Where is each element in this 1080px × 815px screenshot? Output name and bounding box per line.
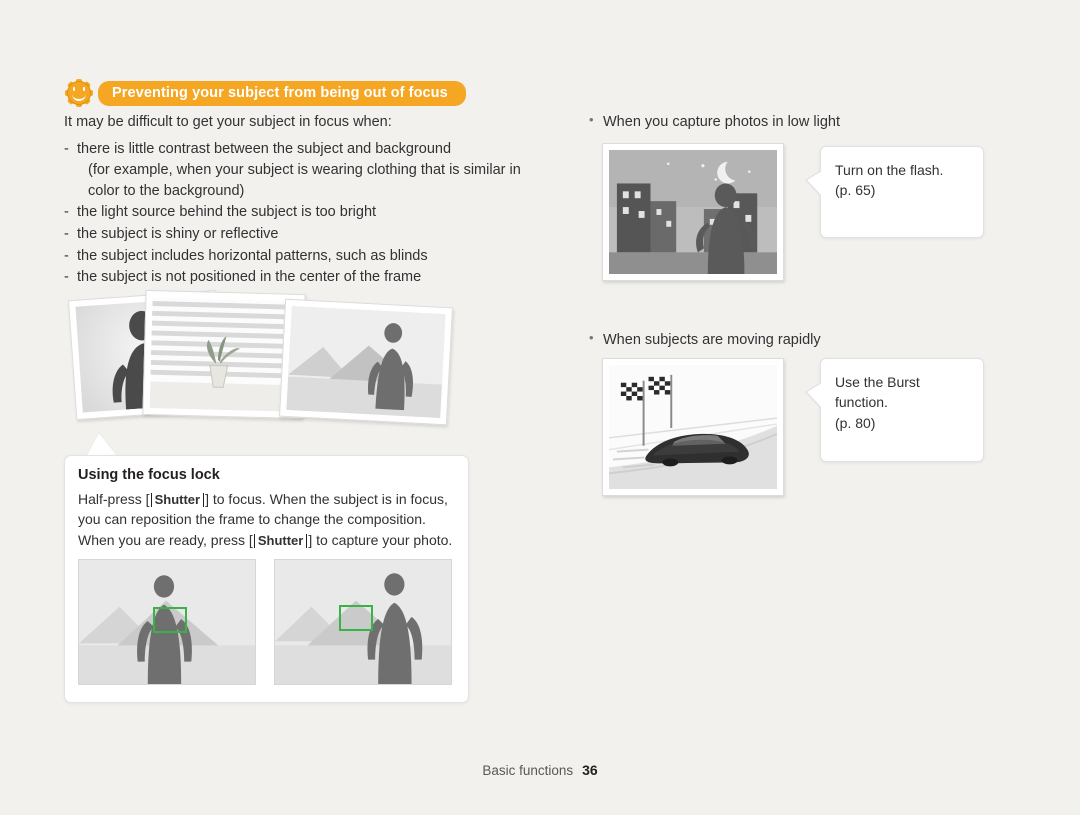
list-item-label: there is little contrast between the sub… (77, 140, 452, 157)
focus-lock-text: Half-press [Shutter] to focus. When the … (78, 489, 458, 550)
sun-smiley-icon (64, 78, 94, 108)
list-item: the light source behind the subject is t… (64, 202, 524, 223)
list-item-label: the subject includes horizontal patterns… (77, 247, 428, 264)
section-header: Preventing your subject from being out o… (64, 78, 466, 108)
low-light-scene-image (602, 143, 784, 281)
list-item: the subject includes horizontal patterns… (64, 246, 524, 267)
focus-text-part3: ] to capture your photo. (308, 531, 453, 548)
focus-lock-title: Using the focus lock (78, 467, 220, 483)
list-item-label: (for example, when your subject is weari… (88, 162, 521, 199)
blinds-and-vase-icon (149, 297, 299, 412)
night-city-icon (609, 150, 777, 274)
shutter-key-2: Shutter (253, 533, 308, 548)
example-photo-off-center (279, 298, 453, 426)
right-column-2: When subjects are moving rapidly (588, 329, 1008, 350)
af-frame-centered (153, 607, 187, 633)
difficulty-list: there is little contrast between the sub… (64, 139, 524, 288)
landscape-person-icon (286, 306, 446, 418)
moving-subjects-caption: When subjects are moving rapidly (588, 329, 1008, 350)
racing-car-icon (609, 365, 777, 489)
footer-section-label: Basic functions (482, 763, 574, 778)
burst-callout-line1: Use the Burst function. (835, 374, 920, 411)
right-column: When you capture photos in low light (588, 111, 1008, 132)
low-light-callout-line1: Turn on the flash. (835, 162, 944, 178)
list-item: the subject is not positioned in the cen… (64, 267, 524, 288)
burst-callout-line2: (p. 80) (835, 414, 876, 431)
page-footer: Basic functions 36 (0, 762, 1080, 778)
low-light-callout: Turn on the flash. (p. 65) (805, 146, 984, 238)
list-item-label: the light source behind the subject is t… (77, 204, 377, 221)
list-item-label: the subject is not positioned in the cen… (77, 269, 422, 286)
focus-lock-step2-image (274, 559, 452, 685)
list-item-label: the subject is shiny or reflective (77, 226, 279, 243)
list-item: the subject is shiny or reflective (64, 224, 524, 245)
shutter-key-1: Shutter (150, 492, 205, 508)
left-column: It may be difficult to get your subject … (64, 112, 524, 289)
low-light-caption: When you capture photos in low light (588, 111, 1008, 132)
list-item-continuation: (for example, when your subject is weari… (64, 160, 524, 201)
burst-callout: Use the Burst function. (p. 80) (805, 358, 984, 462)
moving-subject-scene-image (602, 358, 784, 496)
page-title: Preventing your subject from being out o… (98, 80, 466, 106)
focus-text-part1: Half-press [ (78, 491, 150, 507)
focus-lock-callout-tail (86, 433, 118, 457)
intro-text: It may be difficult to get your subject … (64, 114, 392, 130)
list-item: there is little contrast between the sub… (64, 139, 524, 160)
focus-lock-panel: Using the focus lock Half-press [Shutter… (64, 455, 469, 703)
example-photo-stack (64, 287, 464, 427)
af-frame-offset (339, 605, 373, 631)
low-light-callout-line2: (p. 65) (835, 182, 876, 199)
focus-lock-step1-image (78, 559, 256, 685)
footer-page-number: 36 (582, 762, 598, 778)
